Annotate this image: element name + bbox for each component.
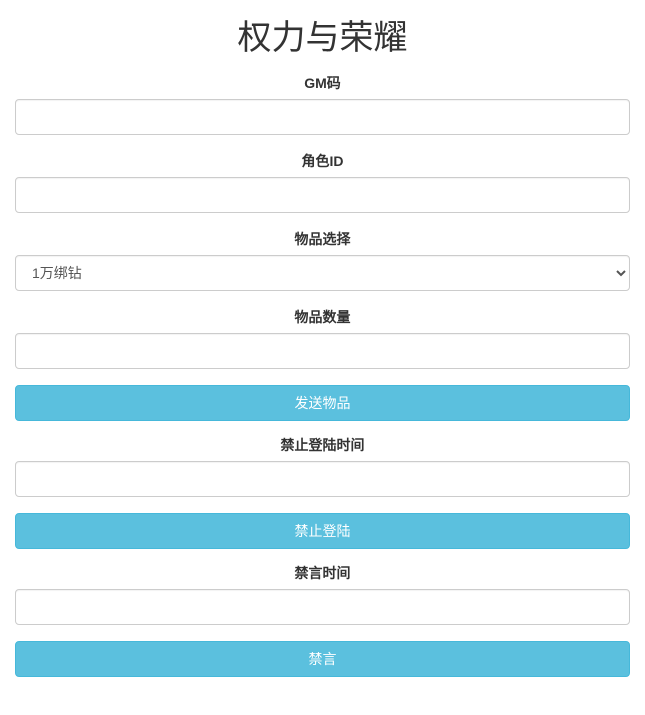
- item-qty-label: 物品数量: [15, 307, 630, 327]
- mute-time-label: 禁言时间: [15, 563, 630, 583]
- item-select-dropdown[interactable]: 1万绑钻: [15, 255, 630, 291]
- mute-button[interactable]: 禁言: [15, 641, 630, 677]
- mute-time-input[interactable]: [15, 589, 630, 625]
- mute-time-group: 禁言时间: [15, 563, 630, 625]
- ban-login-time-label: 禁止登陆时间: [15, 435, 630, 455]
- role-id-label: 角色ID: [15, 151, 630, 171]
- ban-login-button[interactable]: 禁止登陆: [15, 513, 630, 549]
- role-id-input[interactable]: [15, 177, 630, 213]
- item-select-label: 物品选择: [15, 229, 630, 249]
- ban-login-time-group: 禁止登陆时间: [15, 435, 630, 497]
- item-select-group: 物品选择 1万绑钻: [15, 229, 630, 291]
- item-qty-group: 物品数量: [15, 307, 630, 369]
- gm-code-group: GM码: [15, 73, 630, 135]
- role-id-group: 角色ID: [15, 151, 630, 213]
- form-container: 权力与荣耀 GM码 角色ID 物品选择 1万绑钻 物品数量 发送物品 禁止登陆时…: [0, 10, 645, 677]
- item-qty-input[interactable]: [15, 333, 630, 369]
- gm-code-input[interactable]: [15, 99, 630, 135]
- gm-code-label: GM码: [15, 73, 630, 93]
- page-title: 权力与荣耀: [15, 10, 630, 59]
- ban-login-time-input[interactable]: [15, 461, 630, 497]
- send-item-button[interactable]: 发送物品: [15, 385, 630, 421]
